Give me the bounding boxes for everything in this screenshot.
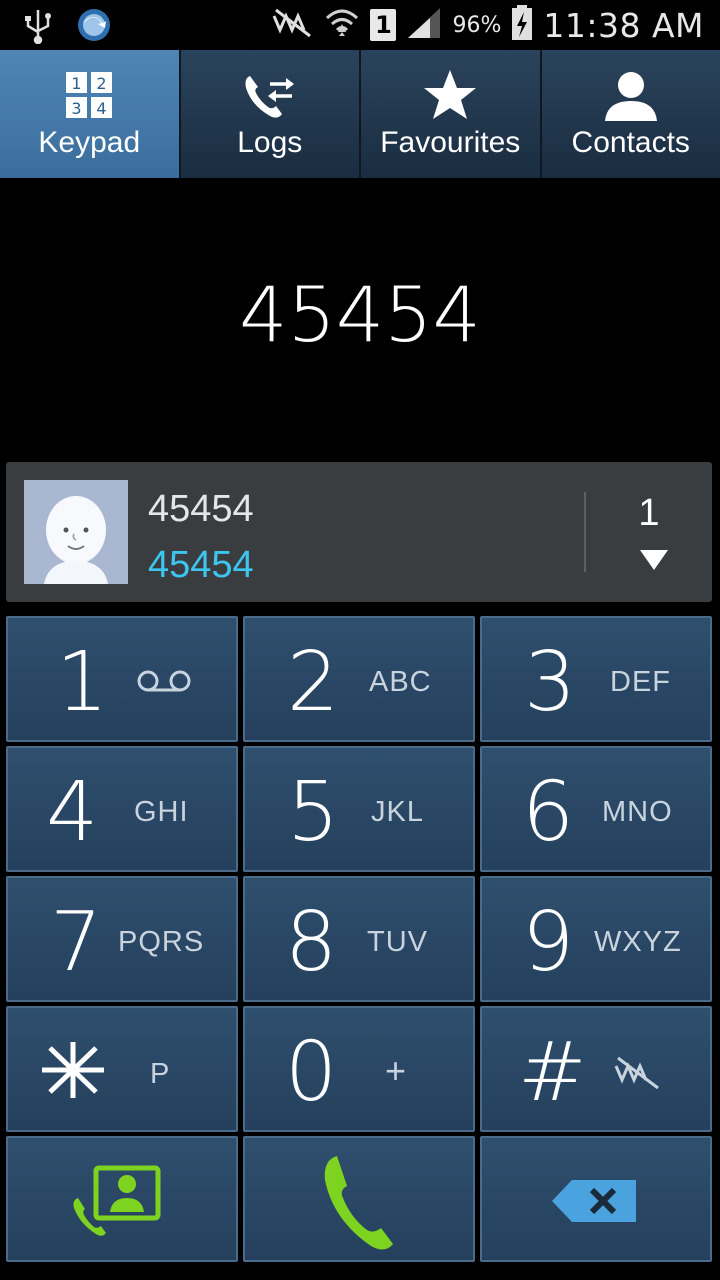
sim-indicator: 1 <box>370 9 397 41</box>
tab-label: Logs <box>237 126 303 159</box>
asterisk-icon <box>38 1038 108 1106</box>
key-digit: 2 <box>287 635 340 730</box>
key-8[interactable]: 8 TUV <box>243 876 475 1002</box>
key-letters: MNO <box>602 796 673 828</box>
key-digit: 4 <box>46 765 99 860</box>
contact-icon <box>603 66 659 124</box>
key-hash[interactable]: # <box>480 1006 712 1132</box>
key-3[interactable]: 3 DEF <box>480 616 712 742</box>
key-4[interactable]: 4 GHI <box>6 746 238 872</box>
battery-percent: 96% <box>452 12 502 38</box>
suggestion-number: 45454 <box>148 544 254 586</box>
key-letters: + <box>385 1050 408 1091</box>
tab-logs[interactable]: Logs <box>180 50 361 178</box>
mute-icon <box>270 8 314 42</box>
tab-label: Keypad <box>38 126 141 159</box>
key-letters: TUV <box>367 926 428 958</box>
status-bar: 1 96% 11:38 AM <box>0 0 720 50</box>
key-7[interactable]: 7 PQRS <box>6 876 238 1002</box>
key-star[interactable]: * P <box>6 1006 238 1132</box>
key-0[interactable]: 0 + <box>243 1006 475 1132</box>
svg-text:3: 3 <box>72 99 82 118</box>
suggestion-name: 45454 <box>148 488 254 530</box>
tab-label: Contacts <box>571 126 690 159</box>
dialed-number[interactable]: 45454 <box>0 270 720 359</box>
key-digit: # <box>518 1025 587 1120</box>
key-digit: 7 <box>50 895 103 990</box>
add-to-contacts-button[interactable] <box>6 1136 238 1262</box>
key-digit: 9 <box>522 895 575 990</box>
mute-icon <box>612 1056 664 1094</box>
tab-label: Favourites <box>380 126 521 159</box>
contact-suggestion[interactable]: 45454 45454 1 <box>6 462 712 602</box>
svg-text:4: 4 <box>97 99 107 118</box>
tab-keypad[interactable]: 1 2 3 4 Keypad <box>0 50 181 178</box>
key-digit: 5 <box>287 765 340 860</box>
key-digit: 0 <box>285 1025 338 1120</box>
key-9[interactable]: 9 WXYZ <box>480 876 712 1002</box>
key-letters: DEF <box>610 666 671 698</box>
backspace-button[interactable] <box>480 1136 712 1262</box>
key-letters: WXYZ <box>594 926 682 958</box>
key-digit: 8 <box>285 895 338 990</box>
key-digit: 6 <box>522 765 575 860</box>
key-6[interactable]: 6 MNO <box>480 746 712 872</box>
key-letters: P <box>150 1058 171 1090</box>
key-letters: ABC <box>369 666 432 698</box>
usb-icon <box>20 6 56 48</box>
wifi-icon <box>324 6 360 44</box>
backspace-icon <box>550 1178 640 1228</box>
call-button[interactable] <box>243 1136 475 1262</box>
key-1[interactable]: 1 <box>6 616 238 742</box>
svg-text:2: 2 <box>97 74 107 93</box>
tab-bar: 1 2 3 4 Keypad Logs Favourites Contacts <box>0 50 720 178</box>
call-icon <box>319 1152 403 1256</box>
keypad-icon: 1 2 3 4 <box>64 66 114 124</box>
add-to-contacts-icon <box>68 1162 168 1246</box>
logs-icon <box>242 66 298 124</box>
key-letters: PQRS <box>118 926 205 958</box>
key-letters: JKL <box>371 796 424 828</box>
sync-icon <box>76 7 112 47</box>
voicemail-icon <box>136 668 192 698</box>
battery-charging-icon <box>511 5 533 45</box>
key-digit: 1 <box>56 635 109 730</box>
tab-contacts[interactable]: Contacts <box>541 50 720 178</box>
star-icon <box>422 66 478 124</box>
key-letters: GHI <box>134 796 189 828</box>
signal-icon <box>406 6 442 44</box>
svg-text:1: 1 <box>72 74 82 93</box>
avatar <box>24 480 128 584</box>
key-5[interactable]: 5 JKL <box>243 746 475 872</box>
clock: 11:38 AM <box>543 5 704 45</box>
key-digit: 3 <box>524 635 577 730</box>
suggestion-count[interactable]: 1 <box>586 492 712 535</box>
tab-favourites[interactable]: Favourites <box>361 50 542 178</box>
expand-arrow-icon[interactable] <box>634 548 674 576</box>
key-2[interactable]: 2 ABC <box>243 616 475 742</box>
